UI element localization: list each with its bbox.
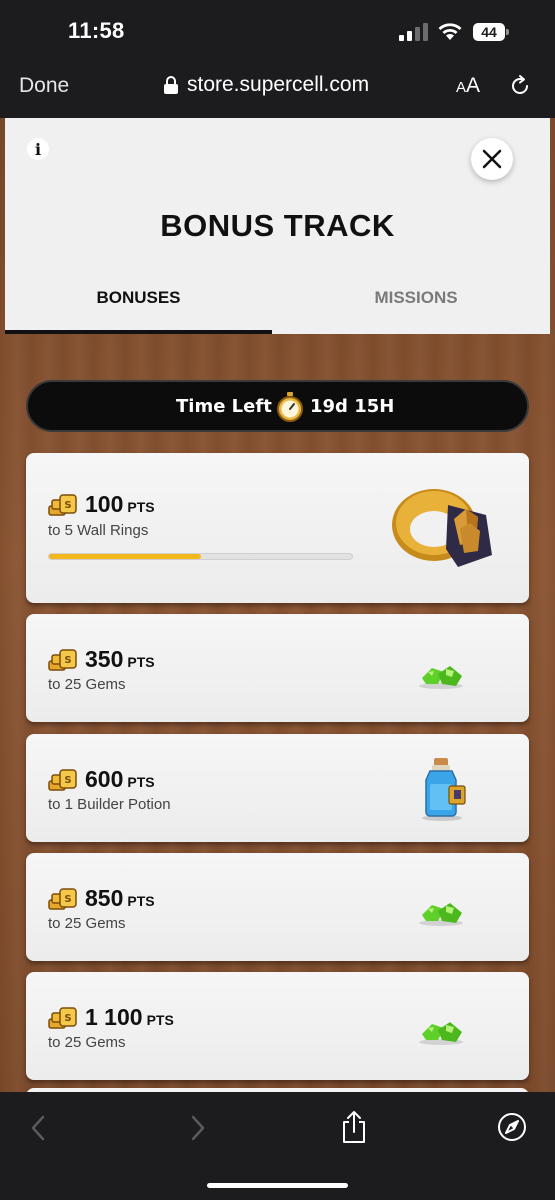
- reload-icon[interactable]: [508, 74, 532, 98]
- status-time: 11:58: [68, 18, 125, 43]
- tab-bonuses[interactable]: BONUSES: [5, 288, 272, 308]
- svg-text:S: S: [64, 775, 71, 786]
- active-tab-indicator: [5, 330, 272, 334]
- url-text[interactable]: store.supercell.com: [187, 73, 369, 97]
- wifi-icon: [438, 23, 462, 40]
- points-value: 600 PTS: [85, 766, 155, 792]
- bonus-card[interactable]: S 1 100 PTS to 25 Gems: [26, 972, 529, 1080]
- points-coins-icon: S: [48, 1007, 77, 1029]
- back-icon[interactable]: [28, 1114, 48, 1142]
- battery-level: 44: [473, 23, 505, 41]
- page-title: BONUS TRACK: [160, 208, 395, 243]
- close-button[interactable]: [471, 138, 513, 180]
- svg-text:S: S: [64, 655, 71, 666]
- done-button[interactable]: Done: [19, 74, 69, 98]
- browser-address-bar: Done store.supercell.com AA: [0, 62, 555, 118]
- info-icon[interactable]: i: [27, 138, 49, 160]
- stopwatch-icon: [277, 392, 303, 422]
- text-size-button[interactable]: AA: [456, 74, 480, 98]
- lock-icon: [164, 76, 178, 94]
- points-value: 100 PTS: [85, 491, 155, 517]
- share-icon[interactable]: [340, 1110, 368, 1144]
- forward-icon[interactable]: [188, 1114, 208, 1142]
- builder-potion-icon: [422, 758, 466, 821]
- svg-text:S: S: [64, 1013, 71, 1024]
- progress-fill: [49, 554, 201, 559]
- points-value: 350 PTS: [85, 646, 155, 672]
- reward-text: to 5 Wall Rings: [48, 522, 149, 539]
- status-bar: 11:58 44: [0, 0, 555, 62]
- bonus-track-header: i BONUS TRACK BONUSES MISSIONS: [5, 118, 550, 334]
- reward-text: to 25 Gems: [48, 1034, 126, 1051]
- close-icon: [482, 149, 502, 169]
- gems-icon: [419, 666, 463, 689]
- wall-ring-icon: [392, 489, 492, 567]
- gems-icon: [419, 903, 463, 926]
- bonus-card[interactable]: S 600 PTS to 1 Builder Potion: [26, 734, 529, 842]
- compass-icon[interactable]: [497, 1112, 527, 1142]
- bonus-card[interactable]: S 850 PTS to 25 Gems: [26, 853, 529, 961]
- cellular-signal-icon: [399, 23, 428, 41]
- svg-text:S: S: [64, 500, 71, 511]
- points-coins-icon: S: [48, 769, 77, 791]
- reward-text: to 1 Builder Potion: [48, 796, 171, 813]
- points-value: 1 100 PTS: [85, 1004, 174, 1030]
- points-coins-icon: S: [48, 494, 77, 516]
- bonus-card[interactable]: S 350 PTS to 25 Gems: [26, 614, 529, 722]
- battery-icon: 44: [473, 23, 509, 41]
- reward-text: to 25 Gems: [48, 915, 126, 932]
- time-left-label: Time Left: [176, 396, 272, 417]
- points-value: 850 PTS: [85, 885, 155, 911]
- points-coins-icon: S: [48, 888, 77, 910]
- reward-text: to 25 Gems: [48, 676, 126, 693]
- time-left-banner: Time Left 19d 15H: [26, 380, 529, 432]
- svg-text:S: S: [64, 894, 71, 905]
- gems-icon: [419, 1022, 463, 1045]
- home-indicator: [207, 1183, 348, 1188]
- tab-missions[interactable]: MISSIONS: [282, 288, 550, 308]
- progress-bar: [48, 553, 353, 560]
- time-left-value: 19d 15H: [310, 396, 395, 417]
- points-coins-icon: S: [48, 649, 77, 671]
- bonus-card[interactable]: S 100 PTS to 5 Wall Rings: [26, 453, 529, 603]
